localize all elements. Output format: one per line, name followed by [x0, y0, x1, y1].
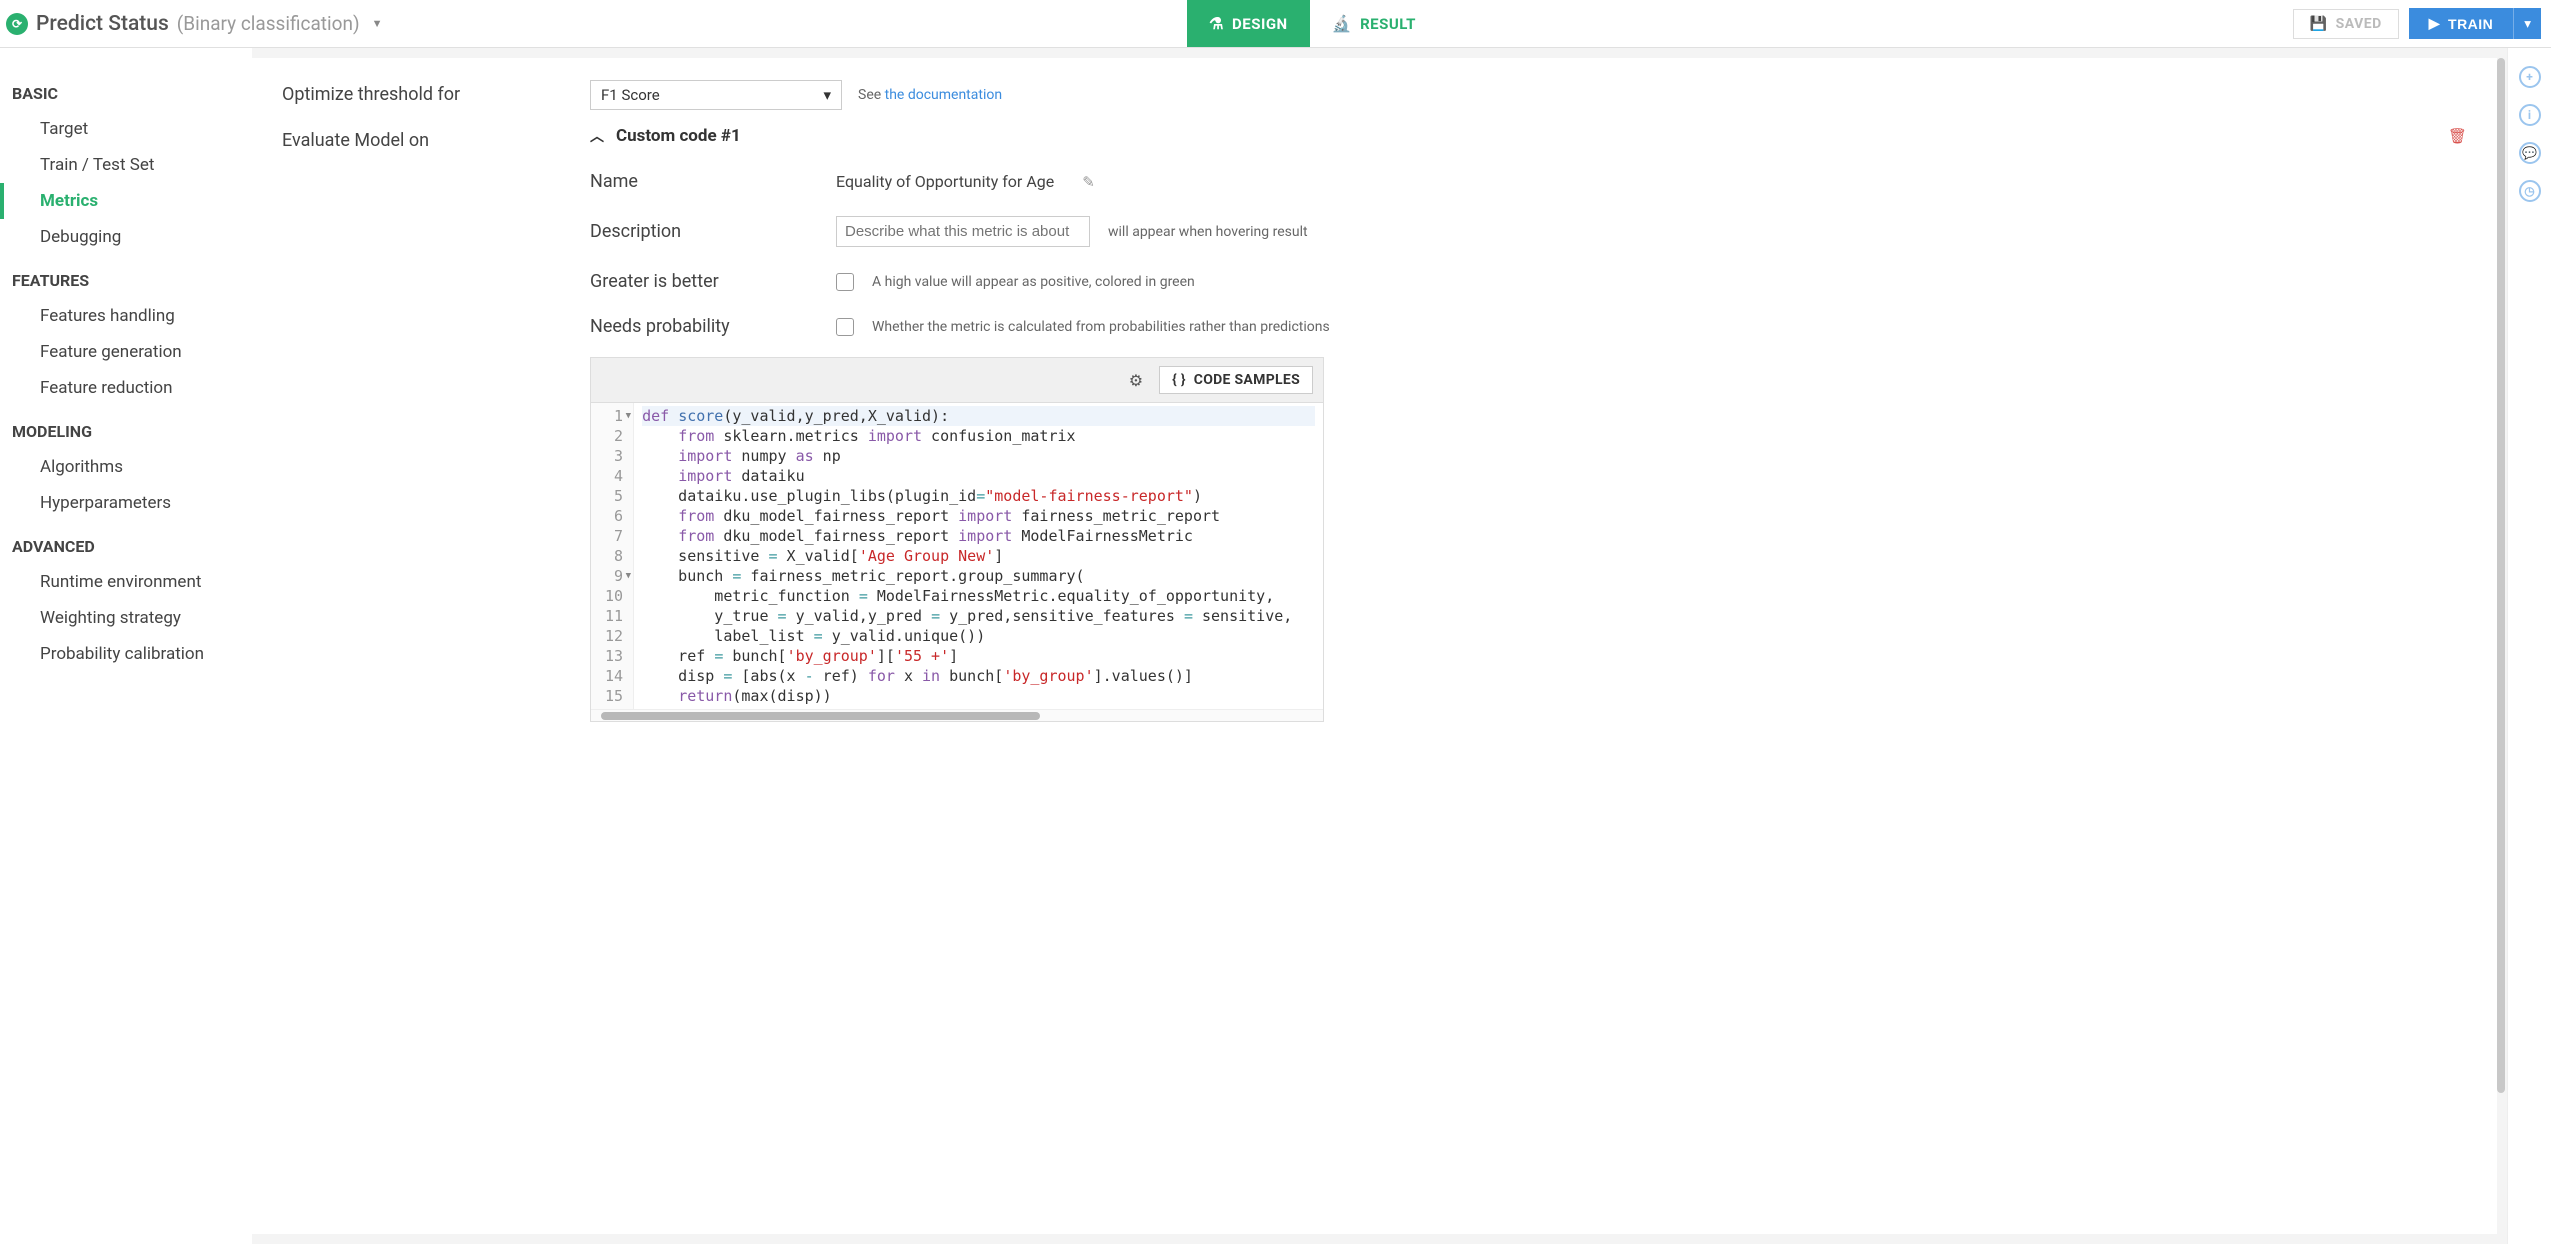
doc-prefix: See: [858, 87, 885, 103]
train-dropdown-button[interactable]: ▾: [2513, 8, 2541, 39]
sidebar-item-hyperparameters[interactable]: Hyperparameters: [0, 485, 252, 521]
code-gutter: 1▼23456789▼101112131415: [591, 403, 634, 709]
horizontal-scrollbar[interactable]: [591, 709, 1323, 721]
needs-probability-checkbox[interactable]: [836, 318, 854, 336]
scrollbar-thumb[interactable]: [601, 712, 1040, 720]
chat-icon[interactable]: 💬: [2519, 142, 2541, 164]
sidebar-section-header: MODELING: [0, 406, 252, 449]
description-hint: will appear when hovering result: [1108, 224, 1308, 240]
sidebar-item-runtime-environment[interactable]: Runtime environment: [0, 564, 252, 600]
sidebar-item-debugging[interactable]: Debugging: [0, 219, 252, 255]
train-label: TRAIN: [2448, 16, 2493, 32]
fold-icon[interactable]: ▼: [626, 566, 631, 586]
code-line[interactable]: def score(y_valid,y_pred,X_valid):: [642, 406, 1315, 426]
sidebar-item-feature-generation[interactable]: Feature generation: [0, 334, 252, 370]
sidebar: BASICTargetTrain / Test SetMetricsDebugg…: [0, 48, 252, 1244]
code-samples-button[interactable]: { } CODE SAMPLES: [1159, 366, 1313, 394]
sidebar-item-weighting-strategy[interactable]: Weighting strategy: [0, 600, 252, 636]
add-icon[interactable]: +: [2519, 66, 2541, 88]
tab-result-label: RESULT: [1360, 15, 1416, 33]
optimize-threshold-label: Optimize threshold for: [282, 80, 590, 105]
chevron-up-icon: ︿: [590, 126, 604, 146]
braces-icon: { }: [1172, 372, 1186, 388]
tab-design[interactable]: ⚗ DESIGN: [1187, 0, 1309, 47]
custom-code-title: Custom code #1: [616, 126, 741, 146]
sidebar-item-train-test-set[interactable]: Train / Test Set: [0, 147, 252, 183]
save-icon: 💾: [2310, 16, 2328, 32]
chevron-down-icon: ▾: [2524, 16, 2531, 31]
code-line[interactable]: dataiku.use_plugin_libs(plugin_id="model…: [642, 486, 1315, 506]
greater-is-better-checkbox[interactable]: [836, 273, 854, 291]
optimize-threshold-value: F1 Score: [601, 86, 660, 104]
evaluate-model-label: Evaluate Model on: [282, 126, 590, 151]
code-editor: ⚙ { } CODE SAMPLES 1▼23456789▼1011121314…: [590, 357, 1324, 722]
sidebar-section-header: FEATURES: [0, 255, 252, 298]
code-line[interactable]: import numpy as np: [642, 446, 1315, 466]
code-line[interactable]: from sklearn.metrics import confusion_ma…: [642, 426, 1315, 446]
doc-text: See the documentation: [858, 87, 1002, 103]
right-rail: + i 💬 ◷: [2507, 48, 2551, 1244]
code-line[interactable]: y_true = y_valid,y_pred = y_pred,sensiti…: [642, 606, 1315, 626]
greater-is-better-label: Greater is better: [590, 271, 836, 292]
needs-probability-hint: Whether the metric is calculated from pr…: [872, 319, 1330, 335]
sidebar-item-algorithms[interactable]: Algorithms: [0, 449, 252, 485]
history-icon[interactable]: ◷: [2519, 180, 2541, 202]
fold-icon[interactable]: ▼: [626, 406, 631, 426]
code-area[interactable]: def score(y_valid,y_pred,X_valid): from …: [634, 403, 1323, 709]
pencil-icon[interactable]: ✎: [1082, 173, 1095, 191]
microscope-icon: 🔬: [1332, 14, 1352, 33]
code-samples-label: CODE SAMPLES: [1194, 372, 1300, 388]
documentation-link[interactable]: the documentation: [885, 87, 1002, 103]
sidebar-item-probability-calibration[interactable]: Probability calibration: [0, 636, 252, 672]
train-button[interactable]: ▶ TRAIN: [2409, 8, 2514, 39]
info-icon[interactable]: i: [2519, 104, 2541, 126]
code-line[interactable]: import dataiku: [642, 466, 1315, 486]
sidebar-section-header: ADVANCED: [0, 521, 252, 564]
vertical-scrollbar[interactable]: [2497, 58, 2505, 1234]
sidebar-item-features-handling[interactable]: Features handling: [0, 298, 252, 334]
metric-name-value: Equality of Opportunity for Age: [836, 172, 1054, 191]
gear-icon[interactable]: ⚙: [1129, 371, 1143, 390]
custom-code-collapse[interactable]: ︿ Custom code #1: [590, 126, 2432, 146]
sidebar-item-metrics[interactable]: Metrics: [0, 183, 252, 219]
code-line[interactable]: ref = bunch['by_group']['55 +']: [642, 646, 1315, 666]
tab-result[interactable]: 🔬 RESULT: [1310, 0, 1438, 47]
trash-icon[interactable]: 🗑: [2448, 127, 2467, 145]
play-icon: ▶: [2429, 15, 2440, 32]
greater-is-better-hint: A high value will appear as positive, co…: [872, 274, 1195, 290]
needs-probability-label: Needs probability: [590, 316, 836, 337]
code-line[interactable]: bunch = fairness_metric_report.group_sum…: [642, 566, 1315, 586]
code-line[interactable]: from dku_model_fairness_report import fa…: [642, 506, 1315, 526]
main-panel: Optimize threshold for F1 Score ▾ See th…: [252, 48, 2507, 1244]
saved-indicator: 💾 SAVED: [2293, 9, 2399, 39]
page-title: Predict Status: [36, 12, 169, 36]
app-logo-icon: ⟳: [6, 13, 28, 35]
code-line[interactable]: metric_function = ModelFairnessMetric.eq…: [642, 586, 1315, 606]
name-label: Name: [590, 171, 836, 192]
chevron-down-icon: ▾: [823, 86, 831, 104]
app-header: ⟳ Predict Status (Binary classification)…: [0, 0, 2551, 48]
saved-label: SAVED: [2336, 16, 2382, 32]
scrollbar-thumb[interactable]: [2497, 58, 2505, 1093]
sidebar-section-header: BASIC: [0, 68, 252, 111]
description-label: Description: [590, 221, 836, 242]
optimize-threshold-select[interactable]: F1 Score ▾: [590, 80, 842, 110]
beaker-icon: ⚗: [1209, 14, 1224, 33]
tab-design-label: DESIGN: [1232, 15, 1288, 33]
sidebar-item-feature-reduction[interactable]: Feature reduction: [0, 370, 252, 406]
code-line[interactable]: label_list = y_valid.unique()): [642, 626, 1315, 646]
code-line[interactable]: disp = [abs(x - ref) for x in bunch['by_…: [642, 666, 1315, 686]
code-line[interactable]: from dku_model_fairness_report import Mo…: [642, 526, 1315, 546]
description-input[interactable]: [836, 216, 1090, 247]
code-line[interactable]: return(max(disp)): [642, 686, 1315, 706]
code-line[interactable]: sensitive = X_valid['Age Group New']: [642, 546, 1315, 566]
sidebar-item-target[interactable]: Target: [0, 111, 252, 147]
